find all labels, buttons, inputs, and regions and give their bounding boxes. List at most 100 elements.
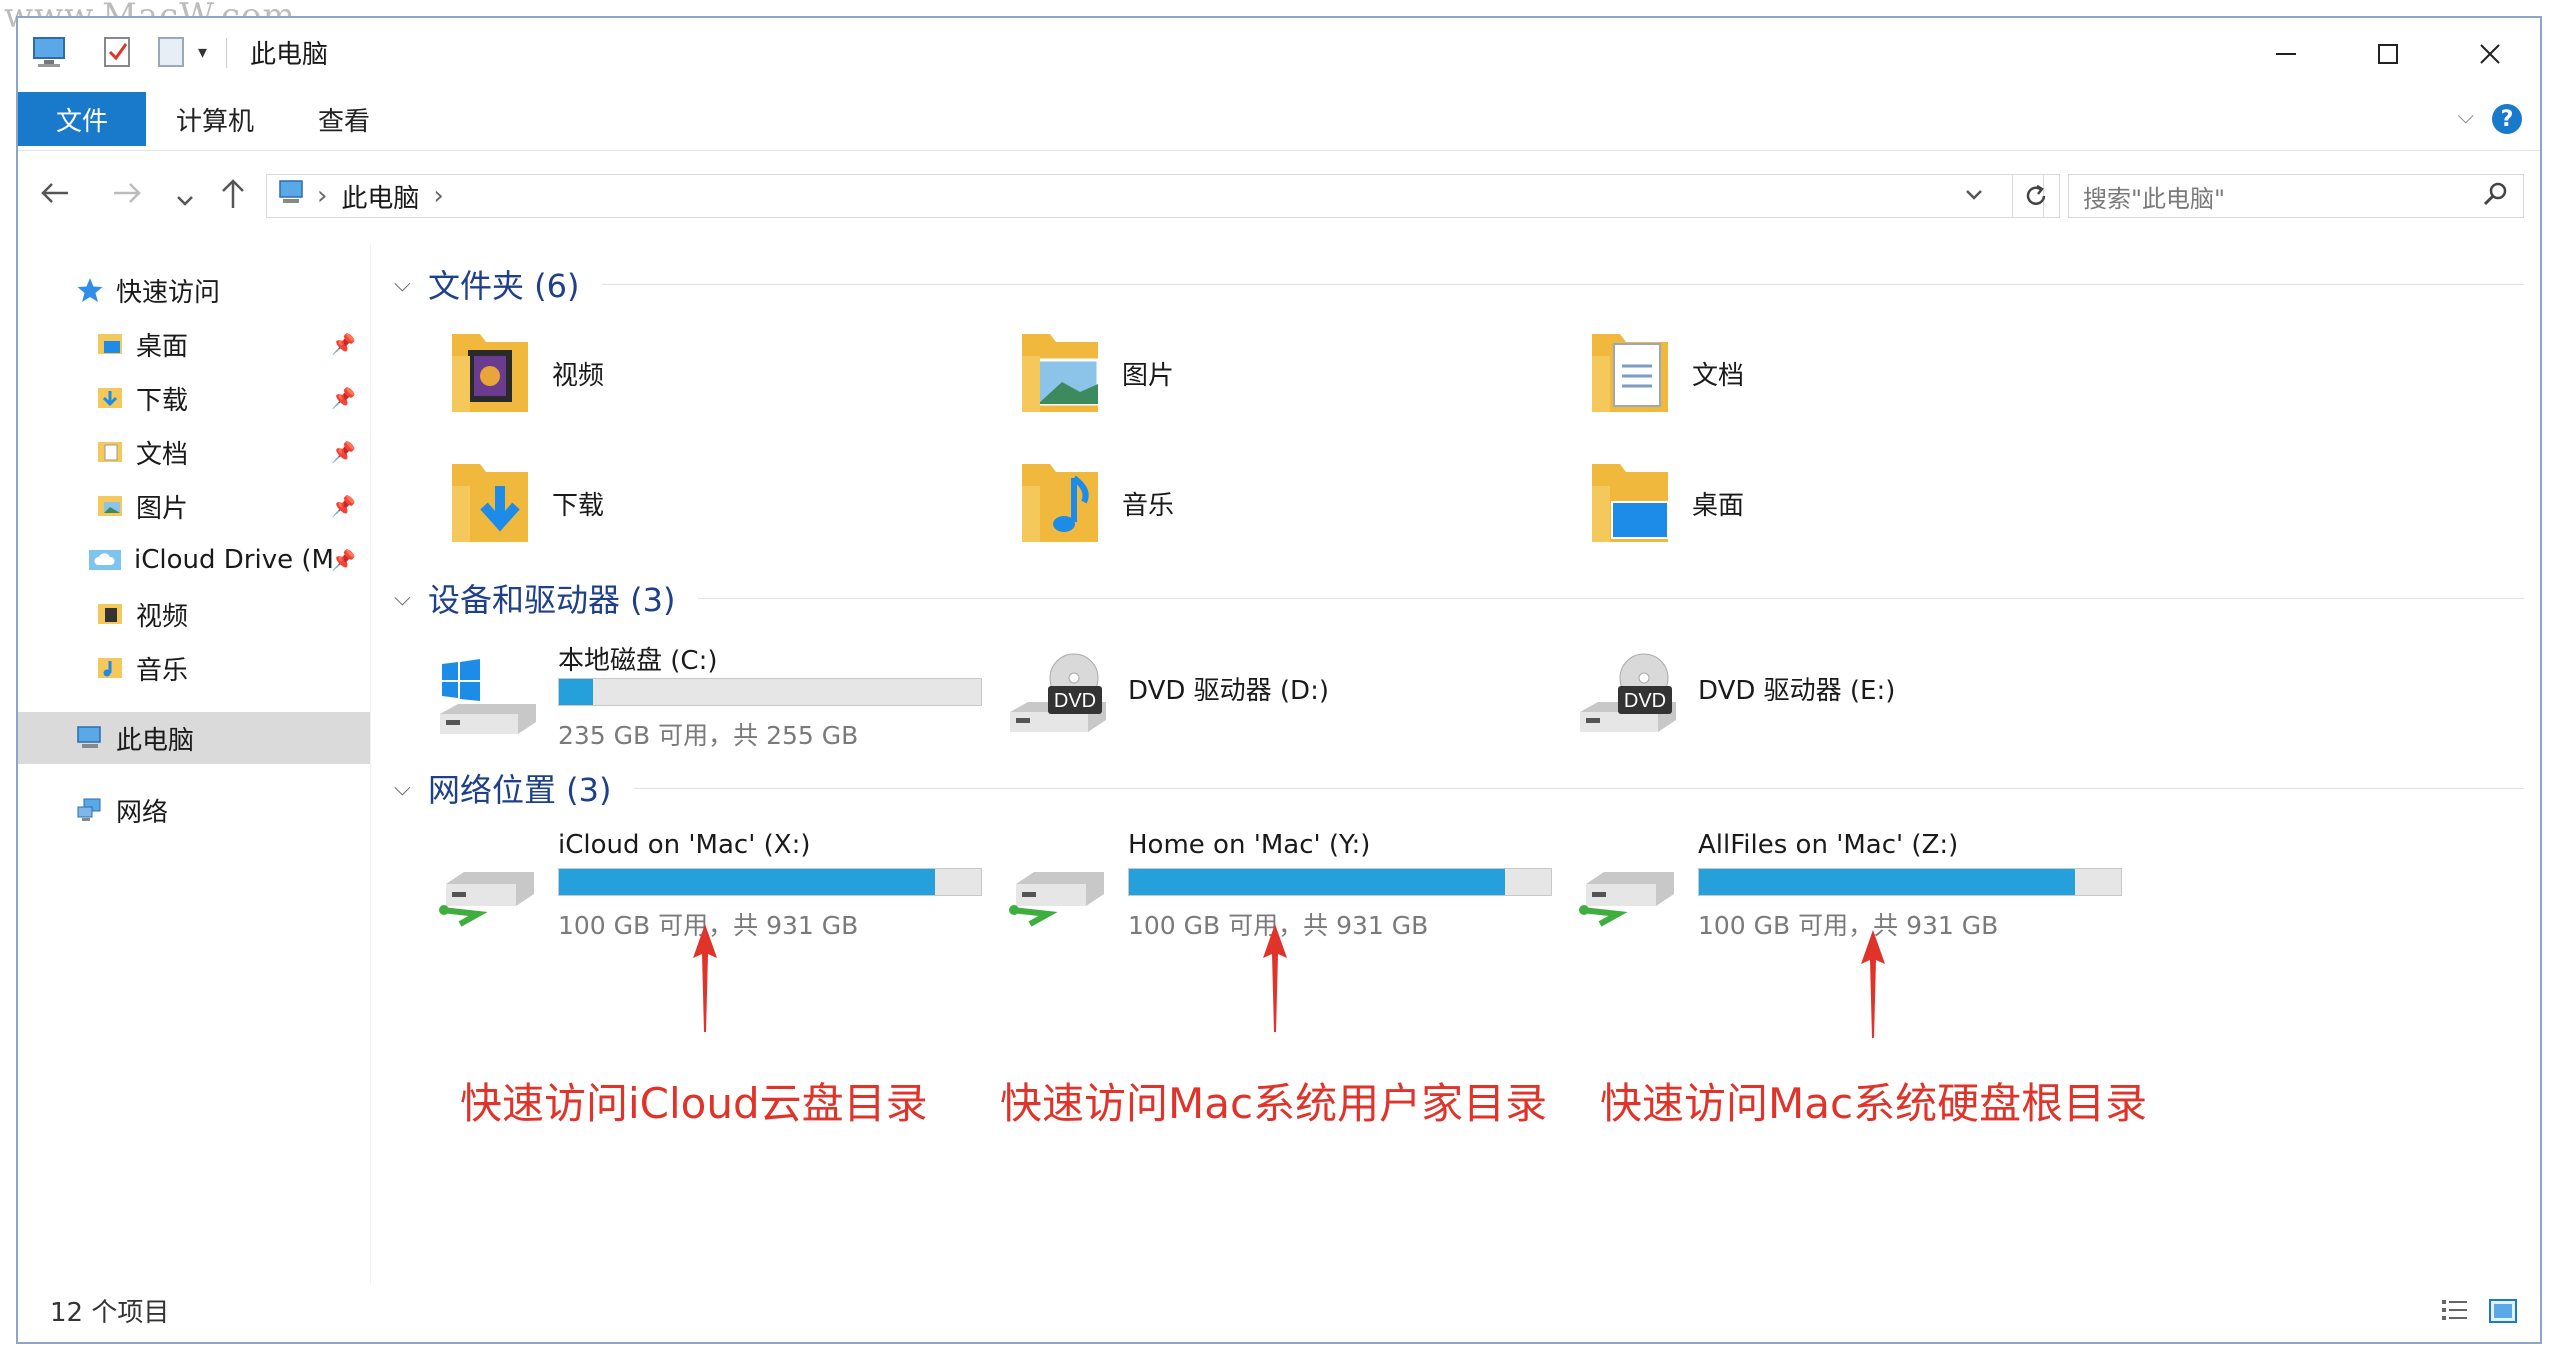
pictures-folder-icon	[96, 493, 124, 519]
sidebar-item-label: 桌面	[136, 331, 189, 362]
folder-desktop[interactable]: 桌面	[1588, 456, 1744, 550]
sidebar-item-quick-access[interactable]: 快速访问	[18, 264, 370, 316]
tile-label: 下载	[552, 490, 605, 521]
search-input[interactable]: 搜索"此电脑"	[2068, 174, 2524, 218]
group-header-devices[interactable]: ⌵ 设备和驱动器 (3)	[394, 574, 2524, 622]
address-bar[interactable]: › 此电脑 ›	[266, 174, 2044, 218]
network-drive-z[interactable]: AllFiles on 'Mac' (Z:) 100 GB 可用，共 931 G…	[1578, 830, 2138, 940]
sidebar-item-desktop[interactable]: 桌面 📌	[18, 318, 370, 370]
tile-label: 视频	[552, 360, 605, 391]
forward-button[interactable]	[110, 178, 144, 216]
drive-dvd-e[interactable]: DVD DVD 驱动器 (E:)	[1578, 640, 2118, 750]
new-folder-icon[interactable]	[156, 32, 186, 72]
pin-icon[interactable]: 📌	[331, 332, 356, 356]
tile-label: 图片	[1122, 360, 1175, 391]
maximize-button[interactable]	[2338, 18, 2438, 90]
downloads-folder-icon	[96, 385, 124, 411]
dvd-drive-icon: DVD	[1578, 652, 1678, 740]
annotation-home: 快速访问Mac系统用户家目录	[1000, 1079, 1548, 1128]
folder-music[interactable]: 音乐	[1018, 456, 1174, 550]
tab-file[interactable]: 文件	[18, 92, 146, 146]
folder-downloads[interactable]: 下载	[448, 456, 604, 550]
folder-documents[interactable]: 文档	[1588, 326, 1744, 420]
breadcrumb-separator-end[interactable]: ›	[433, 181, 443, 211]
sidebar-item-documents[interactable]: 文档 📌	[18, 426, 370, 478]
pin-icon[interactable]: 📌	[331, 494, 356, 518]
details-view-icon[interactable]	[2440, 1296, 2470, 1326]
minimize-button[interactable]	[2236, 18, 2336, 90]
drive-usage-bar	[1698, 868, 2122, 896]
help-button[interactable]: ?	[2492, 104, 2522, 134]
tile-label: 音乐	[1122, 490, 1175, 521]
address-dropdown-icon[interactable]	[1963, 183, 1985, 213]
group-header-network[interactable]: ⌵ 网络位置 (3)	[394, 764, 2524, 812]
group-header-folders[interactable]: ⌵ 文件夹 (6)	[394, 260, 2524, 308]
close-button[interactable]	[2440, 18, 2540, 90]
status-bar: 12 个项目	[18, 1282, 2540, 1342]
drive-local-c[interactable]: 本地磁盘 (C:) 235 GB 可用，共 255 GB	[438, 640, 998, 750]
documents-folder-icon	[1588, 326, 1672, 420]
dvd-drive-icon: DVD	[1008, 652, 1108, 740]
tab-computer[interactable]: 计算机	[176, 92, 254, 146]
icloud-folder-icon	[88, 547, 122, 573]
drive-usage-fill	[1129, 869, 1505, 895]
collapse-chevron-icon[interactable]: ⌵	[394, 586, 428, 611]
folder-videos[interactable]: 视频	[448, 326, 604, 420]
pin-icon[interactable]: 📌	[331, 440, 356, 464]
breadcrumb-this-pc[interactable]: 此电脑	[341, 178, 419, 215]
computer-icon[interactable]	[30, 32, 70, 72]
music-folder-icon	[1018, 456, 1102, 550]
this-pc-icon	[76, 725, 104, 751]
refresh-button[interactable]	[2012, 174, 2060, 218]
sidebar-item-pictures[interactable]: 图片 📌	[18, 480, 370, 532]
annotation-arrow	[1263, 924, 1287, 1032]
drive-dvd-d[interactable]: DVD DVD 驱动器 (D:)	[1008, 640, 1548, 750]
sidebar-item-label: 图片	[136, 493, 189, 524]
pin-icon[interactable]: 📌	[331, 386, 356, 410]
recent-locations-dropdown-icon[interactable]	[174, 182, 196, 220]
navigation-bar: › 此电脑 › 搜索"此电脑"	[18, 150, 2540, 244]
sidebar-item-videos[interactable]: 视频	[18, 588, 370, 640]
music-folder-icon	[96, 655, 124, 681]
videos-folder-icon	[96, 601, 124, 627]
drive-name: Home on 'Mac' (Y:)	[1128, 830, 1371, 860]
back-button[interactable]	[38, 178, 72, 216]
sidebar-item-icloud-drive[interactable]: iCloud Drive (M 📌	[18, 534, 370, 586]
sidebar-item-label: 网络	[116, 797, 169, 828]
sidebar-item-music[interactable]: 音乐	[18, 642, 370, 694]
group-title: 网络位置 (3)	[428, 771, 612, 809]
folder-pictures[interactable]: 图片	[1018, 326, 1174, 420]
group-title: 文件夹 (6)	[428, 267, 580, 305]
collapse-chevron-icon[interactable]: ⌵	[394, 776, 428, 801]
qa-divider	[226, 38, 227, 68]
window-title: 此电脑	[250, 40, 329, 70]
sidebar-item-this-pc[interactable]: 此电脑	[18, 712, 370, 764]
sidebar-item-label: iCloud Drive (M	[134, 545, 334, 575]
downloads-folder-icon	[448, 456, 532, 550]
group-title: 设备和驱动器 (3)	[428, 581, 676, 619]
drive-name: AllFiles on 'Mac' (Z:)	[1698, 830, 1959, 860]
large-icons-view-icon[interactable]	[2488, 1296, 2518, 1326]
sidebar-item-downloads[interactable]: 下载 📌	[18, 372, 370, 424]
sidebar-item-network[interactable]: 网络	[18, 784, 370, 836]
ribbon-tabs: 文件 计算机 查看 ⌵ ?	[18, 90, 2540, 151]
videos-folder-icon	[448, 326, 532, 420]
pin-icon[interactable]: 📌	[331, 548, 356, 572]
properties-icon[interactable]	[102, 32, 134, 72]
network-icon	[76, 797, 104, 823]
up-button[interactable]	[218, 178, 248, 218]
search-icon[interactable]	[2482, 180, 2510, 215]
collapse-chevron-icon[interactable]: ⌵	[394, 272, 428, 297]
sidebar-item-label: 此电脑	[116, 725, 195, 756]
drive-usage-bar	[1128, 868, 1552, 896]
group-divider	[601, 283, 2524, 285]
sidebar-item-label: 下载	[136, 385, 189, 416]
pictures-folder-icon	[1018, 326, 1102, 420]
drive-space-text: 100 GB 可用，共 931 GB	[1698, 911, 1999, 940]
content-pane: ⌵ 文件夹 (6) 视频 图片 文档 下载 音乐 桌面 ⌵ 设备和驱动器 (3)…	[394, 244, 2524, 1284]
sidebar-item-label: 快速访问	[116, 277, 221, 308]
tab-view[interactable]: 查看	[318, 92, 370, 146]
customize-qa-dropdown-icon[interactable]: ▾	[198, 32, 207, 72]
expand-ribbon-icon[interactable]: ⌵	[2457, 104, 2474, 129]
network-drive-icon	[438, 844, 538, 932]
